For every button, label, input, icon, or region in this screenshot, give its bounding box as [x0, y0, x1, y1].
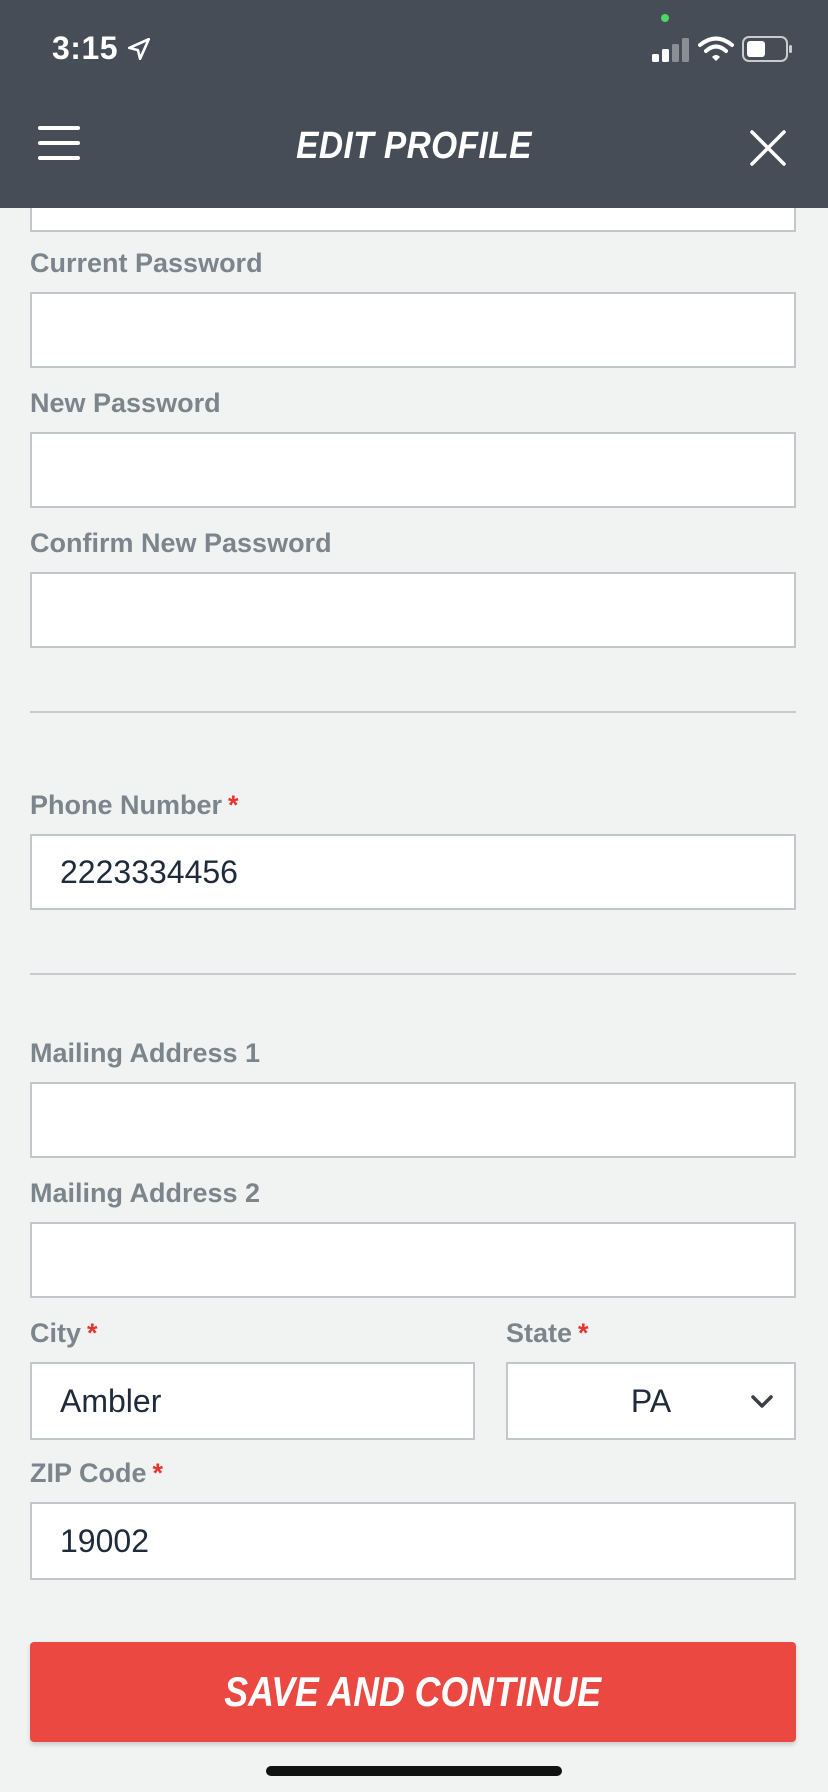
required-marker: * — [228, 790, 239, 820]
state-select[interactable]: PA — [506, 1362, 796, 1440]
section-divider — [30, 973, 796, 975]
required-marker: * — [87, 1318, 98, 1348]
required-marker: * — [152, 1458, 164, 1488]
close-icon[interactable] — [748, 128, 788, 168]
address2-field[interactable] — [30, 1222, 796, 1298]
phone-label: Phone Number * — [30, 790, 239, 820]
address1-label: Mailing Address 1 — [30, 1038, 261, 1068]
home-indicator — [266, 1766, 562, 1776]
location-arrow-icon — [127, 37, 151, 61]
zip-field[interactable]: 19002 — [30, 1502, 796, 1580]
battery-icon — [742, 36, 792, 62]
section-divider — [30, 711, 796, 713]
mic-indicator-icon — [661, 14, 669, 22]
wifi-icon — [698, 36, 734, 61]
app-header: 3:15 EDIT PROFILE — [0, 0, 828, 208]
chevron-down-icon — [751, 1395, 773, 1408]
city-field[interactable]: Ambler — [30, 1362, 475, 1440]
address1-field[interactable] — [30, 1082, 796, 1158]
city-label: City * — [30, 1318, 98, 1348]
zip-label: ZIP Code * — [30, 1458, 164, 1488]
page-title: EDIT PROFILE — [296, 125, 532, 167]
phone-field[interactable]: 2223334456 — [30, 834, 796, 910]
status-time: 3:15 — [52, 30, 119, 66]
confirm-password-label: Confirm New Password — [30, 528, 332, 558]
confirm-password-field[interactable] — [30, 572, 796, 648]
state-label: State * — [506, 1318, 589, 1348]
new-password-label: New Password — [30, 388, 221, 418]
cellular-signal-icon — [652, 38, 689, 62]
current-password-field[interactable] — [30, 292, 796, 368]
new-password-field[interactable] — [30, 432, 796, 508]
required-marker: * — [578, 1318, 589, 1348]
current-password-label: Current Password — [30, 248, 263, 278]
save-and-continue-button[interactable]: SAVE AND CONTINUE — [30, 1642, 796, 1742]
state-value: PA — [630, 1383, 672, 1419]
address2-label: Mailing Address 2 — [30, 1178, 261, 1208]
